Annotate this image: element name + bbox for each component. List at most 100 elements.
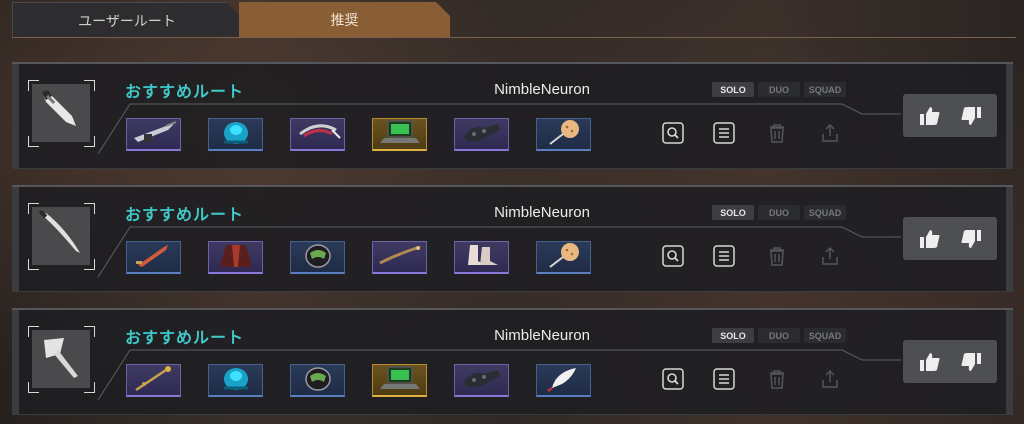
item-slot[interactable]	[454, 118, 509, 151]
card-edge-right	[1006, 310, 1013, 414]
item-slot[interactable]	[208, 241, 263, 274]
gauntlet-icon	[458, 118, 506, 150]
item-slot[interactable]	[454, 364, 509, 397]
route-author: NimbleNeuron	[494, 327, 590, 344]
route-tabs: ユーザールート 推奨	[12, 0, 1016, 40]
thumbs-up-button[interactable]	[919, 352, 941, 372]
item-slot[interactable]	[372, 118, 427, 151]
item-slot[interactable]	[208, 364, 263, 397]
weapon-portrait[interactable]	[32, 330, 90, 388]
mode-badge-duo: DUO	[758, 82, 800, 97]
staff-icon	[376, 241, 424, 273]
item-slot[interactable]	[454, 241, 509, 274]
list-button[interactable]	[711, 368, 737, 394]
weapon-portrait[interactable]	[32, 207, 90, 265]
trash-button[interactable]	[764, 245, 790, 271]
item-slot[interactable]	[536, 364, 591, 397]
share-icon	[820, 245, 840, 271]
portrait-corner-bracket	[84, 259, 95, 270]
vote-panel	[903, 94, 997, 137]
search-icon	[662, 122, 684, 148]
trash-button[interactable]	[764, 368, 790, 394]
share-button[interactable]	[817, 245, 843, 271]
portrait-corner-bracket	[84, 382, 95, 393]
item-slot[interactable]	[290, 364, 345, 397]
vote-panel	[903, 217, 997, 260]
item-slot[interactable]	[536, 241, 591, 274]
red-coat-icon	[214, 241, 258, 273]
list-button[interactable]	[711, 245, 737, 271]
trash-icon	[767, 245, 787, 271]
route-author: NimbleNeuron	[494, 81, 590, 98]
search-button[interactable]	[660, 245, 686, 271]
share-icon	[820, 368, 840, 394]
thumbs-down-icon	[960, 106, 982, 126]
headband-icon	[294, 118, 342, 150]
weapon-portrait[interactable]	[32, 84, 90, 142]
portrait-corner-bracket	[28, 382, 39, 393]
laptop-icon	[378, 118, 422, 150]
route-card: おすすめルート NimbleNeuron SOLO DUO SQUAD	[12, 62, 1013, 169]
blue-armor-icon	[214, 364, 258, 396]
tab-recommended[interactable]: 推奨	[239, 2, 450, 37]
search-button[interactable]	[660, 122, 686, 148]
thumbs-up-icon	[919, 229, 941, 249]
item-slot[interactable]	[372, 241, 427, 274]
portrait-corner-bracket	[28, 203, 39, 214]
card-edge-right	[1006, 187, 1013, 291]
search-icon	[662, 245, 684, 271]
helmet-icon	[296, 241, 340, 273]
card-edge-left	[12, 310, 19, 414]
share-button[interactable]	[817, 122, 843, 148]
share-button[interactable]	[817, 368, 843, 394]
trash-button[interactable]	[764, 122, 790, 148]
list-button[interactable]	[711, 122, 737, 148]
cookie-stick-icon	[542, 118, 586, 150]
gauntlet-icon	[458, 364, 506, 396]
list-icon	[713, 245, 735, 271]
trash-icon	[767, 122, 787, 148]
card-edge-right	[1006, 64, 1013, 168]
blue-armor-icon	[214, 118, 258, 150]
portrait-corner-bracket	[84, 136, 95, 147]
thumbs-down-button[interactable]	[960, 352, 982, 372]
mode-badges: SOLO DUO SQUAD	[712, 328, 846, 343]
item-slot[interactable]	[536, 118, 591, 151]
search-icon	[662, 368, 684, 394]
mode-badge-duo: DUO	[758, 205, 800, 220]
card-edge-left	[12, 64, 19, 168]
thumbs-down-button[interactable]	[960, 106, 982, 126]
portrait-corner-bracket	[28, 326, 39, 337]
route-name: おすすめルート	[125, 205, 245, 224]
mode-badge-solo: SOLO	[712, 328, 754, 343]
item-slot[interactable]	[126, 364, 181, 397]
vote-panel	[903, 340, 997, 383]
mode-badge-squad: SQUAD	[804, 82, 846, 97]
tab-user-route[interactable]: ユーザールート	[12, 2, 240, 38]
thumbs-up-button[interactable]	[919, 229, 941, 249]
thumbs-up-icon	[919, 106, 941, 126]
thumbs-up-icon	[919, 352, 941, 372]
item-slot[interactable]	[290, 118, 345, 151]
boots-icon	[460, 241, 504, 273]
curved-sword-icon	[36, 209, 86, 263]
thumbs-down-icon	[960, 229, 982, 249]
mode-badge-squad: SQUAD	[804, 205, 846, 220]
route-card: おすすめルート NimbleNeuron SOLO DUO SQUAD	[12, 308, 1013, 415]
route-author: NimbleNeuron	[494, 204, 590, 221]
gun-blade-icon	[130, 118, 178, 150]
item-slot[interactable]	[126, 241, 181, 274]
thumbs-down-button[interactable]	[960, 229, 982, 249]
item-slot[interactable]	[126, 118, 181, 151]
item-slot[interactable]	[208, 118, 263, 151]
search-button[interactable]	[660, 368, 686, 394]
trash-icon	[767, 368, 787, 394]
tab-divider-line	[12, 37, 1016, 38]
thumbs-down-icon	[960, 352, 982, 372]
item-slot[interactable]	[290, 241, 345, 274]
thumbs-up-button[interactable]	[919, 106, 941, 126]
mode-badge-solo: SOLO	[712, 82, 754, 97]
portrait-corner-bracket	[28, 259, 39, 270]
portrait-corner-bracket	[84, 80, 95, 91]
item-slot[interactable]	[372, 364, 427, 397]
